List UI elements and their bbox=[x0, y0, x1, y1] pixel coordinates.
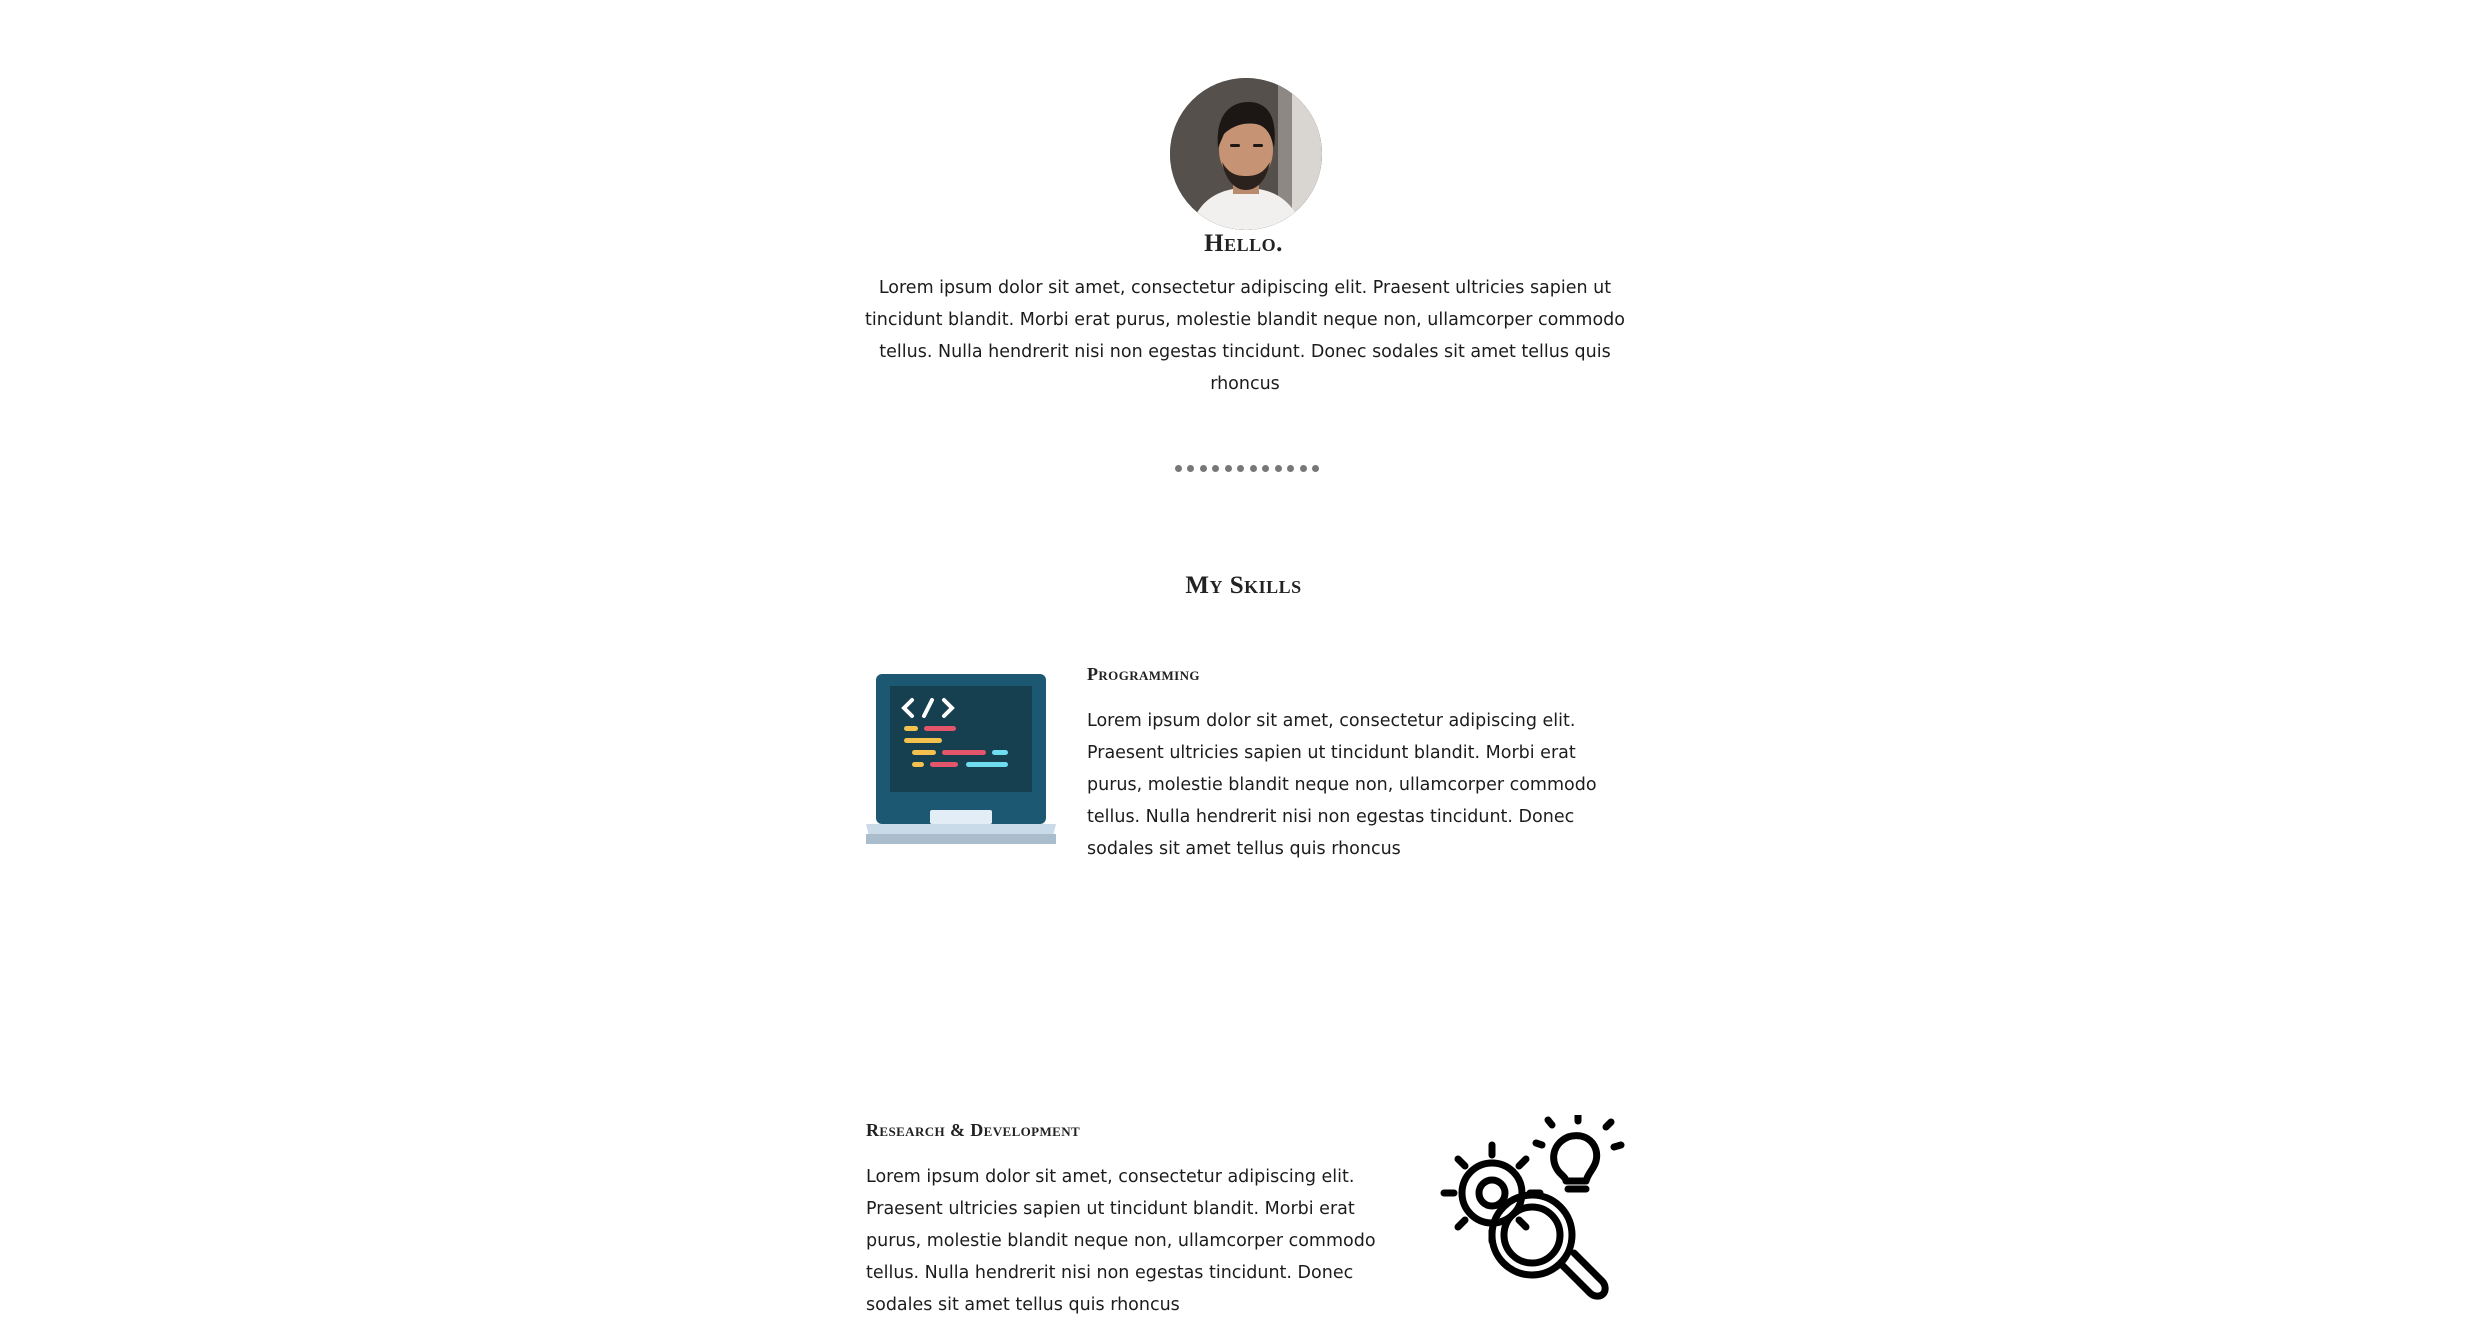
divider-dot bbox=[1187, 465, 1195, 472]
section-divider bbox=[1175, 465, 1319, 473]
greeting-heading: Hello. bbox=[1204, 230, 1283, 257]
skill-description-programming: Lorem ipsum dolor sit amet, consectetur … bbox=[1087, 711, 1597, 859]
profile-avatar bbox=[1170, 78, 1322, 230]
divider-dot bbox=[1287, 465, 1295, 472]
divider-dot bbox=[1262, 465, 1270, 472]
divider-dot bbox=[1299, 465, 1307, 472]
divider-dot bbox=[1199, 465, 1207, 472]
divider-dot bbox=[1224, 465, 1232, 472]
laptop-code-icon bbox=[866, 674, 1056, 844]
divider-dot bbox=[1249, 465, 1257, 472]
intro-paragraph: Lorem ipsum dolor sit amet, consectetur … bbox=[865, 278, 1625, 394]
skills-section-title: My Skills bbox=[1185, 572, 1302, 599]
divider-dot bbox=[1212, 465, 1220, 472]
divider-dot bbox=[1175, 465, 1182, 472]
profile-photo bbox=[1170, 78, 1322, 230]
skill-heading-research: Research & Development bbox=[866, 1120, 1081, 1140]
divider-dot bbox=[1274, 465, 1282, 472]
skill-description-research: Lorem ipsum dolor sit amet, consectetur … bbox=[866, 1167, 1376, 1315]
divider-dot bbox=[1311, 465, 1319, 472]
divider-dot bbox=[1237, 465, 1245, 472]
research-gears-icon bbox=[1440, 1115, 1625, 1300]
skill-heading-programming: Programming bbox=[1087, 664, 1200, 684]
